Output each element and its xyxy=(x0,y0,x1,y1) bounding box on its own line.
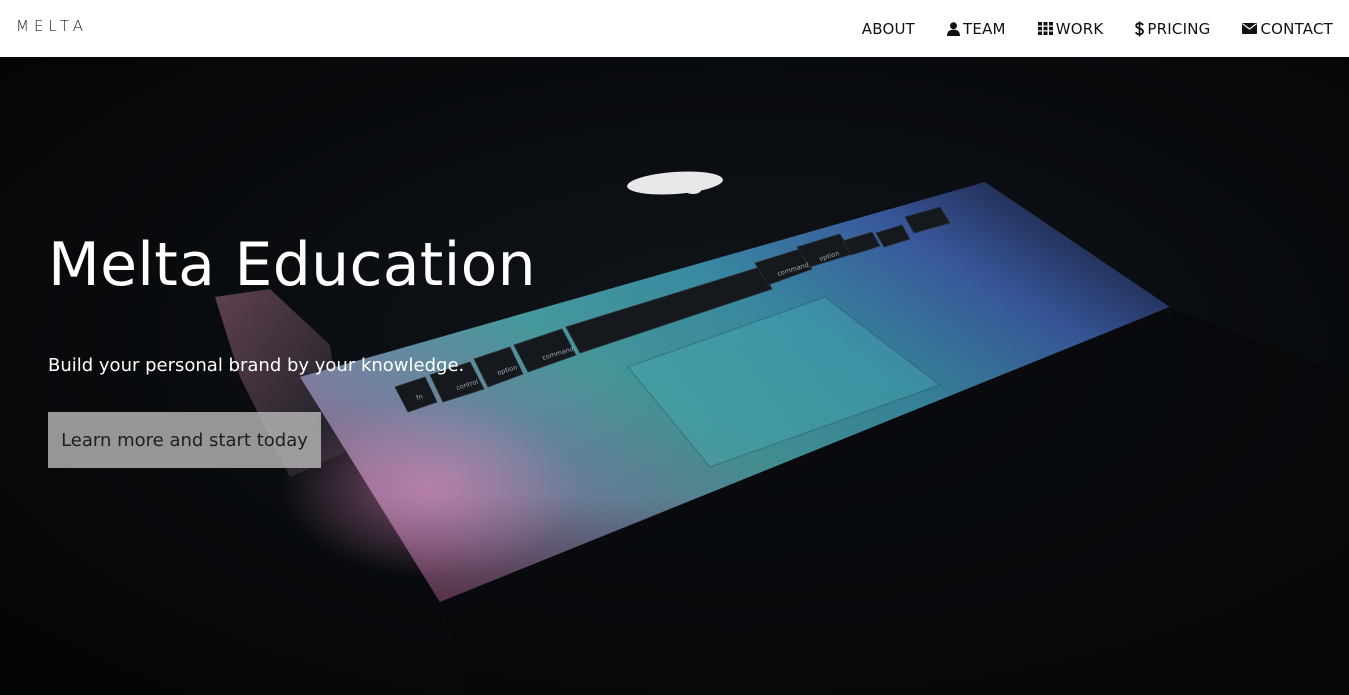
brand-logo-link[interactable]: MELTA xyxy=(16,17,88,35)
nav-item-label: WORK xyxy=(1055,19,1104,38)
nav-item-label: ABOUT xyxy=(861,19,916,38)
nav-item-contact[interactable]: CONTACT xyxy=(1242,20,1333,38)
nav-item-label: TEAM xyxy=(963,19,1006,38)
nav-item-label: PRICING xyxy=(1147,19,1211,38)
hero-content: Melta Education Build your personal bran… xyxy=(48,57,748,695)
user-icon xyxy=(947,21,961,36)
nav-item-label: CONTACT xyxy=(1260,19,1333,38)
learn-more-button[interactable]: Learn more and start today xyxy=(48,412,321,468)
nav-item-team[interactable]: TEAM xyxy=(947,20,1006,38)
hero-title: Melta Education xyxy=(48,230,536,300)
nav-item-pricing[interactable]: PRICING xyxy=(1135,20,1210,38)
nav-item-about[interactable]: ABOUT xyxy=(862,20,915,38)
hero-subtitle: Build your personal brand by your knowle… xyxy=(48,355,465,376)
hero-section: fn control option command command option… xyxy=(0,57,1349,695)
dollar-icon xyxy=(1135,21,1145,37)
nav-item-work[interactable]: WORK xyxy=(1037,19,1104,38)
grid-icon xyxy=(1037,22,1053,35)
envelope-icon xyxy=(1242,23,1258,34)
top-navbar: MELTA ABOUT TEAM WORK PRICING CONTACT xyxy=(0,0,1349,57)
main-nav: ABOUT TEAM WORK PRICING CONTACT xyxy=(830,0,1333,57)
